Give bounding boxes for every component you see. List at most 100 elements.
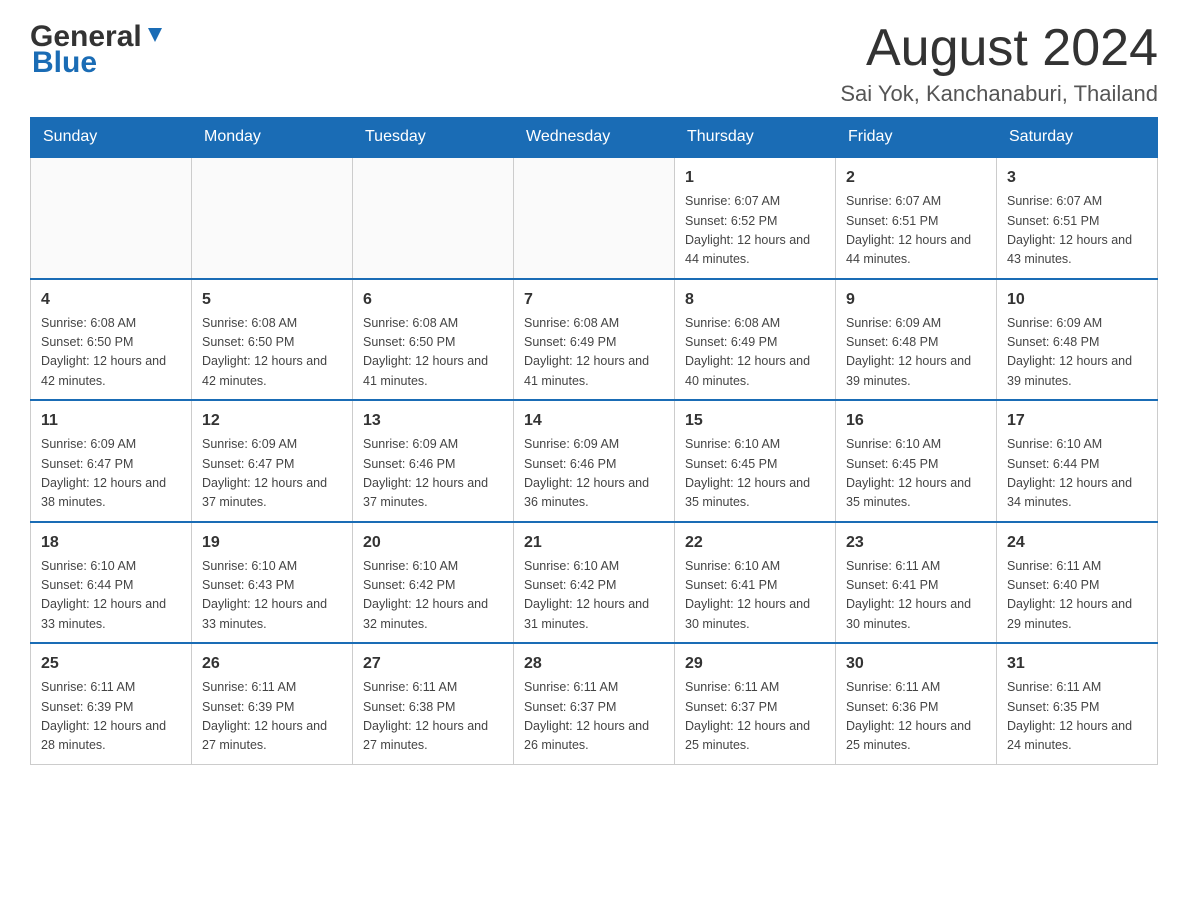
calendar-col-header: Monday (192, 118, 353, 158)
calendar-cell: 27Sunrise: 6:11 AMSunset: 6:38 PMDayligh… (353, 643, 514, 764)
calendar-col-header: Friday (836, 118, 997, 158)
day-info: Sunrise: 6:09 AMSunset: 6:47 PMDaylight:… (41, 435, 181, 513)
calendar-cell: 28Sunrise: 6:11 AMSunset: 6:37 PMDayligh… (514, 643, 675, 764)
day-number: 20 (363, 531, 503, 555)
calendar-cell: 6Sunrise: 6:08 AMSunset: 6:50 PMDaylight… (353, 279, 514, 401)
calendar-cell: 5Sunrise: 6:08 AMSunset: 6:50 PMDaylight… (192, 279, 353, 401)
calendar-week-row: 4Sunrise: 6:08 AMSunset: 6:50 PMDaylight… (31, 279, 1158, 401)
calendar-cell: 16Sunrise: 6:10 AMSunset: 6:45 PMDayligh… (836, 400, 997, 522)
day-info: Sunrise: 6:11 AMSunset: 6:37 PMDaylight:… (524, 678, 664, 756)
calendar-week-row: 25Sunrise: 6:11 AMSunset: 6:39 PMDayligh… (31, 643, 1158, 764)
day-info: Sunrise: 6:08 AMSunset: 6:49 PMDaylight:… (524, 314, 664, 392)
day-info: Sunrise: 6:10 AMSunset: 6:45 PMDaylight:… (846, 435, 986, 513)
day-number: 24 (1007, 531, 1147, 555)
calendar-cell: 20Sunrise: 6:10 AMSunset: 6:42 PMDayligh… (353, 522, 514, 644)
calendar-col-header: Tuesday (353, 118, 514, 158)
day-info: Sunrise: 6:08 AMSunset: 6:50 PMDaylight:… (41, 314, 181, 392)
day-info: Sunrise: 6:11 AMSunset: 6:41 PMDaylight:… (846, 557, 986, 635)
day-info: Sunrise: 6:11 AMSunset: 6:40 PMDaylight:… (1007, 557, 1147, 635)
day-info: Sunrise: 6:08 AMSunset: 6:50 PMDaylight:… (363, 314, 503, 392)
day-info: Sunrise: 6:07 AMSunset: 6:52 PMDaylight:… (685, 192, 825, 270)
calendar-cell: 8Sunrise: 6:08 AMSunset: 6:49 PMDaylight… (675, 279, 836, 401)
calendar-cell (514, 157, 675, 279)
day-info: Sunrise: 6:10 AMSunset: 6:44 PMDaylight:… (41, 557, 181, 635)
day-info: Sunrise: 6:10 AMSunset: 6:42 PMDaylight:… (524, 557, 664, 635)
day-info: Sunrise: 6:11 AMSunset: 6:37 PMDaylight:… (685, 678, 825, 756)
calendar-cell: 17Sunrise: 6:10 AMSunset: 6:44 PMDayligh… (997, 400, 1158, 522)
title-area: August 2024 Sai Yok, Kanchanaburi, Thail… (840, 20, 1158, 107)
day-number: 19 (202, 531, 342, 555)
day-info: Sunrise: 6:09 AMSunset: 6:48 PMDaylight:… (846, 314, 986, 392)
calendar-cell: 13Sunrise: 6:09 AMSunset: 6:46 PMDayligh… (353, 400, 514, 522)
logo: General Blue (30, 20, 166, 80)
calendar-cell (353, 157, 514, 279)
calendar-col-header: Saturday (997, 118, 1158, 158)
day-number: 15 (685, 409, 825, 433)
calendar-cell: 14Sunrise: 6:09 AMSunset: 6:46 PMDayligh… (514, 400, 675, 522)
calendar-cell: 23Sunrise: 6:11 AMSunset: 6:41 PMDayligh… (836, 522, 997, 644)
day-number: 9 (846, 288, 986, 312)
calendar-cell: 7Sunrise: 6:08 AMSunset: 6:49 PMDaylight… (514, 279, 675, 401)
logo-blue-text: Blue (32, 46, 97, 80)
day-info: Sunrise: 6:11 AMSunset: 6:35 PMDaylight:… (1007, 678, 1147, 756)
day-number: 31 (1007, 652, 1147, 676)
day-number: 13 (363, 409, 503, 433)
calendar-cell: 9Sunrise: 6:09 AMSunset: 6:48 PMDaylight… (836, 279, 997, 401)
location-subtitle: Sai Yok, Kanchanaburi, Thailand (840, 81, 1158, 107)
day-number: 10 (1007, 288, 1147, 312)
day-number: 1 (685, 166, 825, 190)
day-number: 6 (363, 288, 503, 312)
day-number: 28 (524, 652, 664, 676)
page-header: General Blue August 2024 Sai Yok, Kancha… (30, 20, 1158, 107)
calendar-cell: 2Sunrise: 6:07 AMSunset: 6:51 PMDaylight… (836, 157, 997, 279)
calendar-cell: 3Sunrise: 6:07 AMSunset: 6:51 PMDaylight… (997, 157, 1158, 279)
calendar-col-header: Wednesday (514, 118, 675, 158)
day-info: Sunrise: 6:09 AMSunset: 6:47 PMDaylight:… (202, 435, 342, 513)
day-info: Sunrise: 6:11 AMSunset: 6:38 PMDaylight:… (363, 678, 503, 756)
day-number: 4 (41, 288, 181, 312)
logo-triangle-icon (144, 24, 166, 46)
day-info: Sunrise: 6:11 AMSunset: 6:39 PMDaylight:… (41, 678, 181, 756)
calendar-cell: 11Sunrise: 6:09 AMSunset: 6:47 PMDayligh… (31, 400, 192, 522)
calendar-cell: 31Sunrise: 6:11 AMSunset: 6:35 PMDayligh… (997, 643, 1158, 764)
calendar-cell: 1Sunrise: 6:07 AMSunset: 6:52 PMDaylight… (675, 157, 836, 279)
calendar-cell (192, 157, 353, 279)
calendar-week-row: 18Sunrise: 6:10 AMSunset: 6:44 PMDayligh… (31, 522, 1158, 644)
calendar-cell: 26Sunrise: 6:11 AMSunset: 6:39 PMDayligh… (192, 643, 353, 764)
day-number: 8 (685, 288, 825, 312)
day-number: 25 (41, 652, 181, 676)
day-number: 21 (524, 531, 664, 555)
day-number: 18 (41, 531, 181, 555)
day-number: 27 (363, 652, 503, 676)
calendar-col-header: Thursday (675, 118, 836, 158)
calendar-cell: 19Sunrise: 6:10 AMSunset: 6:43 PMDayligh… (192, 522, 353, 644)
calendar-cell: 12Sunrise: 6:09 AMSunset: 6:47 PMDayligh… (192, 400, 353, 522)
calendar-cell: 18Sunrise: 6:10 AMSunset: 6:44 PMDayligh… (31, 522, 192, 644)
day-info: Sunrise: 6:09 AMSunset: 6:46 PMDaylight:… (524, 435, 664, 513)
day-number: 16 (846, 409, 986, 433)
day-info: Sunrise: 6:11 AMSunset: 6:36 PMDaylight:… (846, 678, 986, 756)
calendar-cell: 15Sunrise: 6:10 AMSunset: 6:45 PMDayligh… (675, 400, 836, 522)
calendar-cell: 24Sunrise: 6:11 AMSunset: 6:40 PMDayligh… (997, 522, 1158, 644)
day-number: 12 (202, 409, 342, 433)
day-info: Sunrise: 6:07 AMSunset: 6:51 PMDaylight:… (846, 192, 986, 270)
calendar-header-row: SundayMondayTuesdayWednesdayThursdayFrid… (31, 118, 1158, 158)
day-number: 14 (524, 409, 664, 433)
day-info: Sunrise: 6:09 AMSunset: 6:46 PMDaylight:… (363, 435, 503, 513)
calendar-cell: 30Sunrise: 6:11 AMSunset: 6:36 PMDayligh… (836, 643, 997, 764)
calendar-cell: 10Sunrise: 6:09 AMSunset: 6:48 PMDayligh… (997, 279, 1158, 401)
calendar-week-row: 1Sunrise: 6:07 AMSunset: 6:52 PMDaylight… (31, 157, 1158, 279)
day-number: 17 (1007, 409, 1147, 433)
day-info: Sunrise: 6:07 AMSunset: 6:51 PMDaylight:… (1007, 192, 1147, 270)
day-number: 7 (524, 288, 664, 312)
calendar-cell: 21Sunrise: 6:10 AMSunset: 6:42 PMDayligh… (514, 522, 675, 644)
day-info: Sunrise: 6:08 AMSunset: 6:49 PMDaylight:… (685, 314, 825, 392)
day-info: Sunrise: 6:10 AMSunset: 6:44 PMDaylight:… (1007, 435, 1147, 513)
calendar-cell: 25Sunrise: 6:11 AMSunset: 6:39 PMDayligh… (31, 643, 192, 764)
calendar-cell: 29Sunrise: 6:11 AMSunset: 6:37 PMDayligh… (675, 643, 836, 764)
day-info: Sunrise: 6:10 AMSunset: 6:43 PMDaylight:… (202, 557, 342, 635)
calendar-cell (31, 157, 192, 279)
day-number: 11 (41, 409, 181, 433)
month-title: August 2024 (840, 20, 1158, 77)
day-number: 23 (846, 531, 986, 555)
